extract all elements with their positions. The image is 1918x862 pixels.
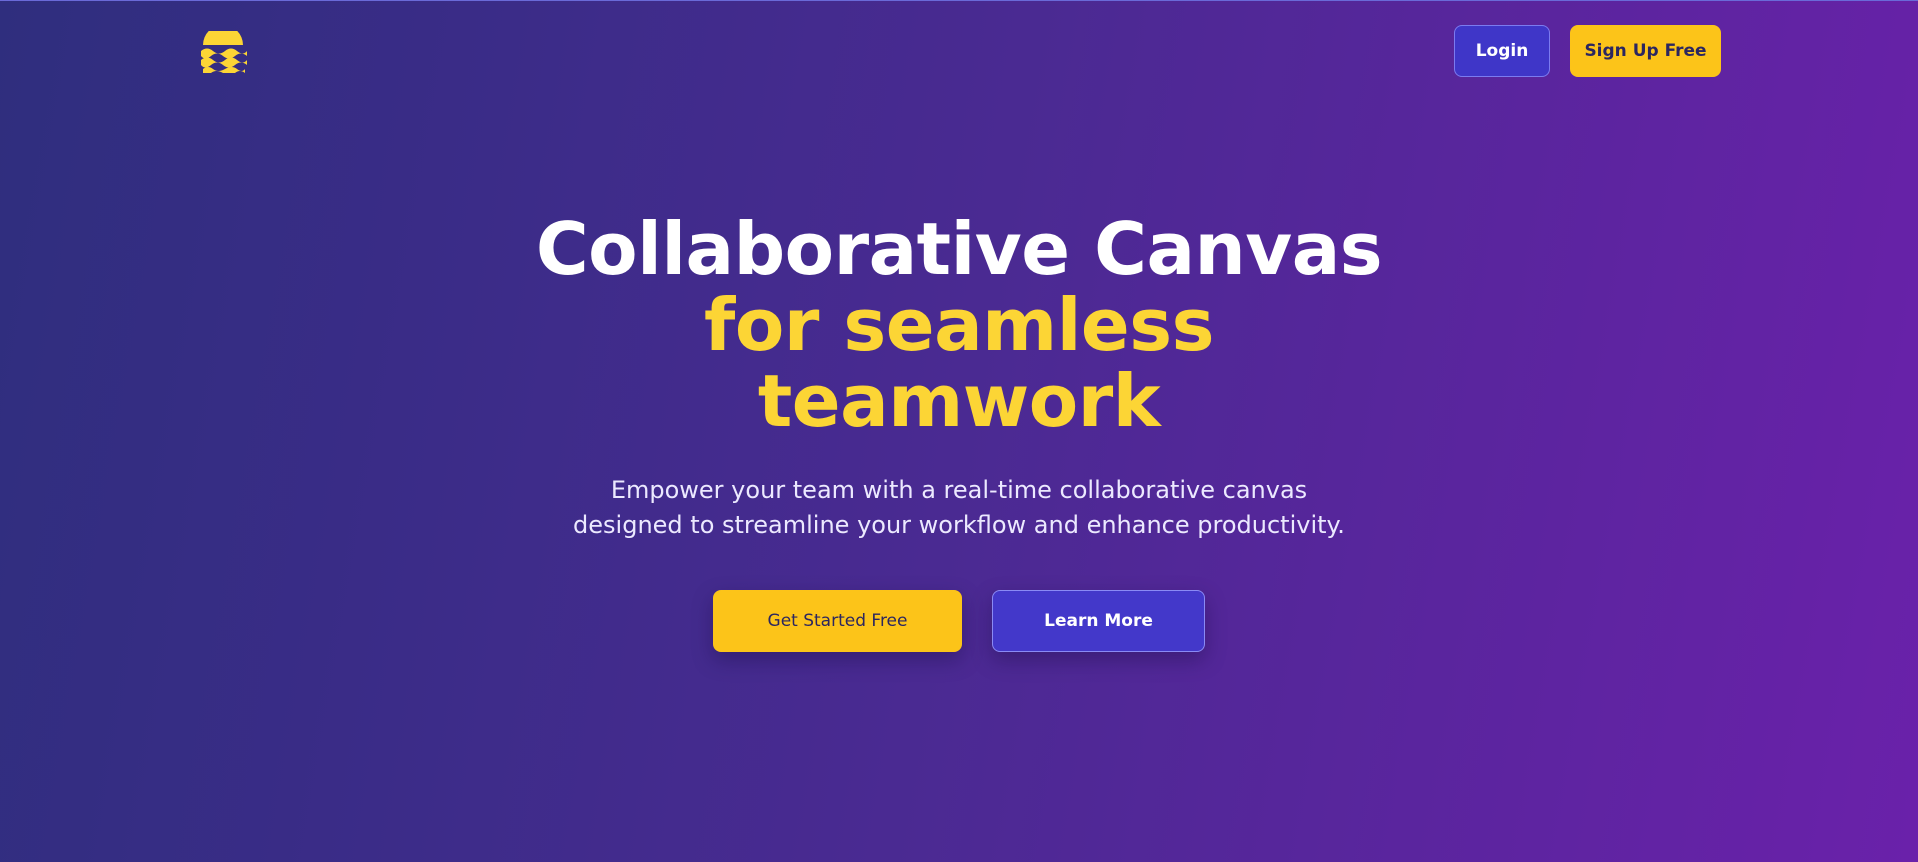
- sign-up-button[interactable]: Sign Up Free: [1570, 25, 1721, 77]
- learn-more-button[interactable]: Learn More: [992, 590, 1205, 652]
- get-started-button[interactable]: Get Started Free: [713, 590, 962, 652]
- hero-cta-group: Get Started Free Learn More: [0, 590, 1918, 652]
- headline-line-1: Collaborative Canvas: [535, 207, 1383, 291]
- login-button[interactable]: Login: [1454, 25, 1550, 77]
- hero-section: Collaborative Canvas for seamless teamwo…: [0, 211, 1918, 652]
- top-navigation: Login Sign Up Free: [1454, 25, 1721, 77]
- headline-line-3: teamwork: [757, 359, 1161, 443]
- sun-waves-icon[interactable]: [199, 31, 247, 73]
- headline-line-2: for seamless: [704, 283, 1214, 367]
- hero-headline: Collaborative Canvas for seamless teamwo…: [0, 211, 1918, 439]
- landing-page: Login Sign Up Free Collaborative Canvas …: [0, 1, 1918, 862]
- hero-tagline: Empower your team with a real-time colla…: [573, 476, 1345, 539]
